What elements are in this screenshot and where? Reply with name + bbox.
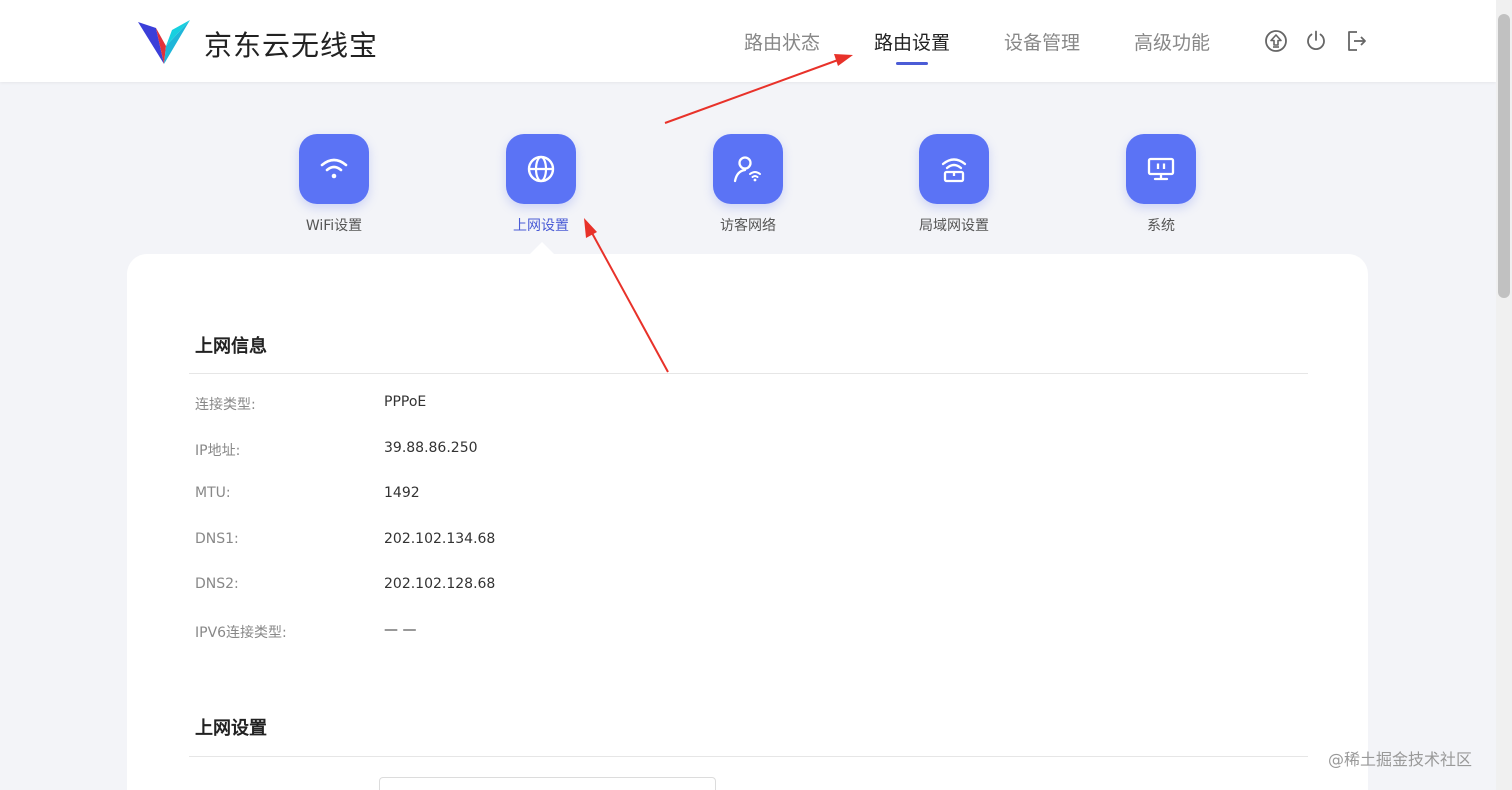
nav-active-underline <box>896 62 928 65</box>
mtu-label: MTU: <box>195 485 231 501</box>
guest-network-icon <box>733 156 761 183</box>
globe-icon <box>527 155 555 183</box>
dns2-label: DNS2: <box>195 576 239 592</box>
card-pointer <box>529 242 555 255</box>
upgrade-icon[interactable] <box>1264 29 1288 53</box>
internet-settings-title: 上网设置 <box>195 718 267 739</box>
watermark-text: @稀土掘金技术社区 <box>1328 750 1473 769</box>
nav-item-router-settings[interactable]: 路由设置 <box>874 28 950 55</box>
top-header: 京东云无线宝 路由状态 路由设置 设备管理 高级功能 <box>0 0 1496 82</box>
logout-icon[interactable] <box>1344 29 1368 53</box>
connection-type-select[interactable] <box>379 777 716 790</box>
section-divider <box>189 373 1308 374</box>
brand-name: 京东云无线宝 <box>204 29 379 62</box>
nav-item-router-status[interactable]: 路由状态 <box>744 28 820 55</box>
lan-icon <box>941 158 967 183</box>
connection-type-label: 连接类型: <box>195 397 256 413</box>
category-label: 系统 <box>1147 218 1175 234</box>
nav-item-advanced-features[interactable]: 高级功能 <box>1134 28 1210 55</box>
category-label: 局域网设置 <box>919 218 989 234</box>
scrollbar-thumb[interactable] <box>1498 14 1510 298</box>
wifi-icon <box>320 158 348 179</box>
ip-address-value: 39.88.86.250 <box>384 440 478 456</box>
dns1-label: DNS1: <box>195 531 239 547</box>
category-lan-settings[interactable]: 局域网设置 <box>894 134 1014 235</box>
category-guest-network[interactable]: 访客网络 <box>688 134 808 235</box>
category-label: WiFi设置 <box>305 218 363 234</box>
connection-type-value: PPPoE <box>384 394 427 410</box>
content-card <box>127 254 1368 790</box>
monitor-icon <box>1147 157 1175 181</box>
internet-info-title: 上网信息 <box>195 336 267 357</box>
dns2-value: 202.102.128.68 <box>384 576 496 592</box>
brand-logo <box>138 20 190 64</box>
category-label: 访客网络 <box>720 218 776 234</box>
section-divider <box>189 756 1308 757</box>
category-system[interactable]: 系统 <box>1101 134 1221 235</box>
dns1-value: 202.102.134.68 <box>384 531 496 547</box>
mtu-value: 1492 <box>384 485 420 501</box>
power-icon[interactable] <box>1304 29 1328 53</box>
category-wifi-settings[interactable]: WiFi设置 <box>274 134 394 235</box>
nav-item-device-management[interactable]: 设备管理 <box>1004 28 1080 55</box>
ipv6-type-value: — — <box>384 622 417 638</box>
ip-address-label: IP地址: <box>195 443 241 459</box>
category-internet-settings[interactable]: 上网设置 <box>481 134 601 235</box>
ipv6-type-label: IPV6连接类型: <box>195 625 287 641</box>
category-label: 上网设置 <box>513 218 569 234</box>
